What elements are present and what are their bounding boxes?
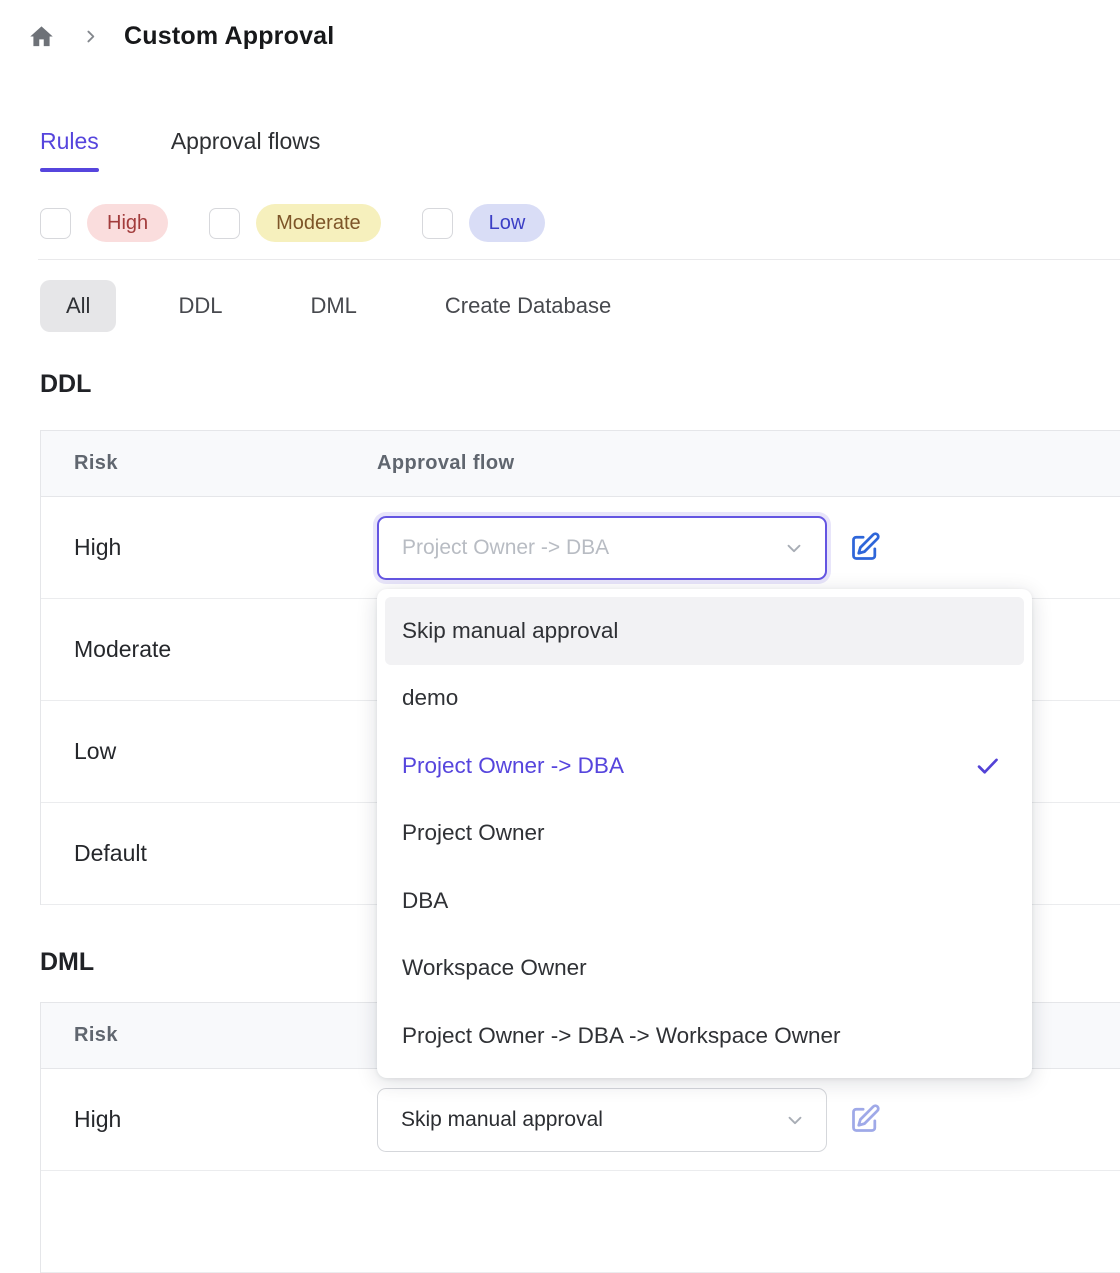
approval-flow-dropdown: Skip manual approval demo Project Owner … xyxy=(377,589,1032,1078)
risk-column-header: Risk xyxy=(41,452,377,475)
flow-cell: Skip manual approval xyxy=(377,1088,882,1152)
option-label: Project Owner -> DBA -> Workspace Owner xyxy=(402,1023,841,1049)
option-label: Project Owner xyxy=(402,820,545,846)
approval-flow-column-header: Approval flow xyxy=(377,452,514,475)
dropdown-option-dba[interactable]: DBA xyxy=(377,867,1032,935)
dropdown-option-project-owner[interactable]: Project Owner xyxy=(377,800,1032,868)
high-checkbox[interactable] xyxy=(40,208,71,239)
home-icon[interactable] xyxy=(28,23,55,50)
risk-cell: Moderate xyxy=(41,636,377,663)
option-label: Skip manual approval xyxy=(402,618,618,644)
edit-icon xyxy=(848,531,881,564)
high-risk-badge: High xyxy=(87,204,168,242)
category-tab-create-database[interactable]: Create Database xyxy=(419,280,637,332)
flow-cell: Project Owner -> DBA xyxy=(377,516,882,580)
dml-section-title: DML xyxy=(40,948,94,977)
option-label: DBA xyxy=(402,888,448,914)
table-row-ddl-high: High Project Owner -> DBA xyxy=(41,497,1120,599)
category-tab-dml[interactable]: DML xyxy=(284,280,382,332)
page-title: Custom Approval xyxy=(124,22,334,51)
category-tabs: All DDL DML Create Database xyxy=(40,280,637,332)
chevron-down-icon xyxy=(784,1109,806,1131)
table-row-dml-partial xyxy=(41,1171,1120,1273)
dml-high-flow-select[interactable]: Skip manual approval xyxy=(377,1088,827,1152)
category-tab-all[interactable]: All xyxy=(40,280,116,332)
top-tabs: Rules Approval flows xyxy=(40,126,320,156)
risk-filter-row: High Moderate Low xyxy=(40,204,586,242)
risk-column-header: Risk xyxy=(41,1024,377,1047)
filter-moderate: Moderate xyxy=(209,204,381,242)
ddl-table-header: Risk Approval flow xyxy=(41,431,1120,497)
option-label: Workspace Owner xyxy=(402,955,587,981)
divider xyxy=(38,259,1120,260)
option-label: demo xyxy=(402,685,458,711)
dropdown-option-project-owner-dba-workspace-owner[interactable]: Project Owner -> DBA -> Workspace Owner xyxy=(377,1002,1032,1070)
chevron-down-icon xyxy=(783,537,805,559)
select-value: Project Owner -> DBA xyxy=(402,536,609,560)
risk-cell: Default xyxy=(41,840,377,867)
edit-flow-button[interactable] xyxy=(846,1102,882,1138)
dropdown-option-skip-manual-approval[interactable]: Skip manual approval xyxy=(385,597,1024,665)
filter-high: High xyxy=(40,204,168,242)
option-label: Project Owner -> DBA xyxy=(402,753,624,779)
tab-approval-flows[interactable]: Approval flows xyxy=(171,126,321,156)
ddl-high-flow-select[interactable]: Project Owner -> DBA xyxy=(377,516,827,580)
dropdown-option-demo[interactable]: demo xyxy=(377,665,1032,733)
risk-cell: High xyxy=(41,1106,377,1133)
tab-rules[interactable]: Rules xyxy=(40,126,99,156)
ddl-section-title: DDL xyxy=(40,370,91,399)
risk-cell: High xyxy=(41,534,377,561)
low-checkbox[interactable] xyxy=(422,208,453,239)
moderate-risk-badge: Moderate xyxy=(256,204,381,242)
risk-cell: Low xyxy=(41,738,377,765)
select-value: Skip manual approval xyxy=(401,1108,603,1132)
table-row-dml-high: High Skip manual approval xyxy=(41,1069,1120,1171)
edit-icon xyxy=(848,1103,881,1136)
chevron-right-icon xyxy=(82,28,99,45)
edit-flow-button[interactable] xyxy=(846,530,882,566)
filter-low: Low xyxy=(422,204,546,242)
category-tab-ddl[interactable]: DDL xyxy=(152,280,248,332)
moderate-checkbox[interactable] xyxy=(209,208,240,239)
low-risk-badge: Low xyxy=(469,204,546,242)
dropdown-option-project-owner-dba[interactable]: Project Owner -> DBA xyxy=(377,732,1032,800)
dropdown-option-workspace-owner[interactable]: Workspace Owner xyxy=(377,935,1032,1003)
breadcrumb: Custom Approval xyxy=(28,22,334,51)
check-icon xyxy=(974,752,1001,779)
